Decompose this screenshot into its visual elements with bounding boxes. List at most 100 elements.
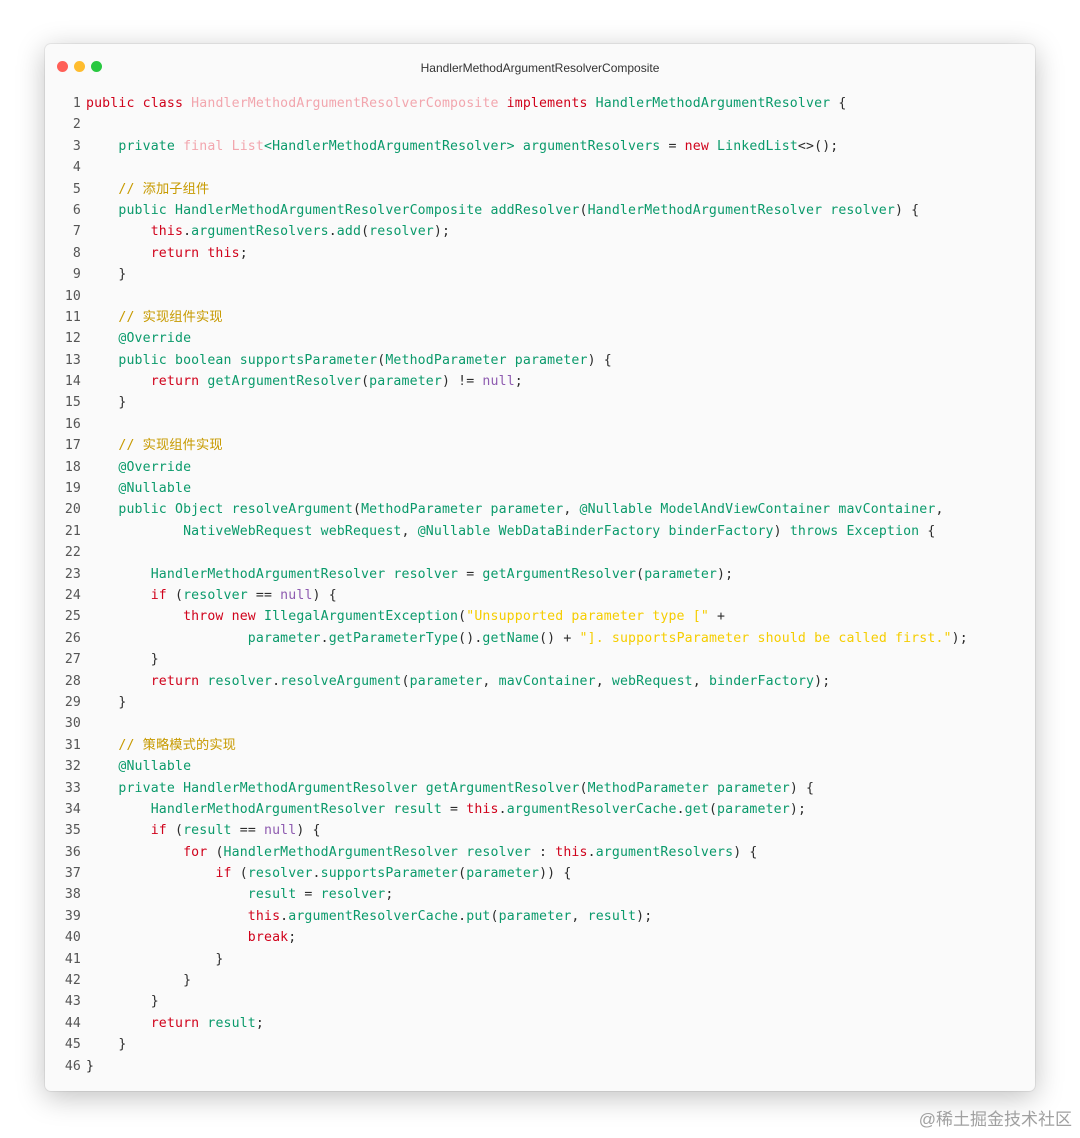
code-token: resolver xyxy=(320,887,386,903)
code-token: mavContainer xyxy=(498,673,596,689)
code-line: 29 } xyxy=(45,692,1035,713)
line-number: 8 xyxy=(72,245,81,261)
code-token: } xyxy=(86,1058,95,1074)
code-token: resolver xyxy=(183,587,248,603)
code-token: null xyxy=(264,823,297,839)
code-token: . xyxy=(320,630,329,646)
code-token: result xyxy=(247,887,297,903)
code-token: { xyxy=(830,96,847,111)
line-number: 26 xyxy=(64,630,81,646)
code-text: } xyxy=(86,649,159,670)
code-token: resolver xyxy=(207,673,273,689)
code-token: throws Exception xyxy=(789,523,920,539)
code-text: // 添加子组件 xyxy=(86,179,209,200)
code-text: } xyxy=(86,949,224,970)
code-line: 44 return result; xyxy=(45,1013,1035,1034)
code-token: ; xyxy=(385,887,394,903)
code-line: 28 return resolver.resolveArgument(param… xyxy=(45,671,1035,692)
code-token: return xyxy=(150,374,208,390)
line-number: 22 xyxy=(64,545,81,561)
line-number: 16 xyxy=(64,416,81,432)
code-line: 45 } xyxy=(45,1034,1035,1055)
code-line: 20 public Object resolveArgument(MethodP… xyxy=(45,499,1035,520)
code-line: 35 if (result == null) { xyxy=(45,820,1035,841)
code-token: @Override xyxy=(118,331,192,347)
code-line: 40 break; xyxy=(45,927,1035,948)
code-text: break; xyxy=(86,927,296,948)
code-token: : xyxy=(530,844,556,860)
code-token: break xyxy=(247,930,289,946)
code-line: 10 xyxy=(45,286,1035,307)
code-text: parameter.getParameterType().getName() +… xyxy=(86,628,968,649)
code-token: public HandlerMethodArgumentResolverComp… xyxy=(118,202,580,218)
code-token: , xyxy=(692,673,709,689)
line-number: 24 xyxy=(64,587,81,603)
code-text: } xyxy=(86,392,126,413)
line-number: 9 xyxy=(72,267,81,283)
code-line: 24 if (resolver == null) { xyxy=(45,585,1035,606)
code-text: return result; xyxy=(86,1013,264,1034)
code-text: public HandlerMethodArgumentResolverComp… xyxy=(86,200,919,221)
code-line: 22 xyxy=(45,542,1035,563)
code-token: getArgumentResolver xyxy=(482,566,637,582)
code-token: = xyxy=(441,801,467,817)
code-text: if (resolver == null) { xyxy=(86,585,337,606)
code-text: private HandlerMethodArgumentResolver ge… xyxy=(86,778,814,799)
code-token: MethodParameter parameter xyxy=(587,780,790,796)
code-text: @Nullable xyxy=(86,756,191,777)
line-number: 12 xyxy=(64,331,81,347)
code-line: 27 } xyxy=(45,649,1035,670)
code-text: this.argumentResolvers.add(resolver); xyxy=(86,221,450,242)
code-token: } xyxy=(86,1037,127,1053)
code-token: public class xyxy=(86,96,192,111)
code-token: this xyxy=(555,844,588,860)
code-line: 26 parameter.getParameterType().getName(… xyxy=(45,628,1035,649)
code-token: <>(); xyxy=(797,138,839,154)
line-number: 2 xyxy=(72,117,81,133)
code-token: } xyxy=(86,694,127,710)
code-token: . xyxy=(328,224,337,240)
code-token: . xyxy=(676,801,685,817)
code-token: } xyxy=(86,267,127,283)
line-number: 43 xyxy=(64,994,81,1010)
code-line: 2 xyxy=(45,114,1035,135)
code-token: , xyxy=(935,502,944,518)
code-token: ) { xyxy=(789,780,815,796)
line-number: 19 xyxy=(64,481,81,497)
code-token: // 实现组件实现 xyxy=(118,438,223,454)
code-token: throw new xyxy=(183,609,264,625)
code-text: if (result == null) { xyxy=(86,820,321,841)
code-line: 4 xyxy=(45,157,1035,178)
code-line: 36 for (HandlerMethodArgumentResolver re… xyxy=(45,842,1035,863)
code-token: "]. supportsParameter should be called f… xyxy=(579,630,952,646)
line-number: 45 xyxy=(64,1037,81,1053)
code-token: final List xyxy=(183,138,264,154)
code-token: implements xyxy=(498,96,596,111)
code-token: MethodParameter parameter xyxy=(361,502,564,518)
code-token: getArgumentResolver xyxy=(207,374,362,390)
line-number: 20 xyxy=(64,502,81,518)
code-line: 25 throw new IllegalArgumentException("U… xyxy=(45,606,1035,627)
code-token: for xyxy=(183,844,208,860)
code-text: NativeWebRequest webRequest, @Nullable W… xyxy=(86,521,935,542)
code-text: @Nullable xyxy=(86,478,191,499)
code-text: return getArgumentResolver(parameter) !=… xyxy=(86,371,523,392)
code-text: throw new IllegalArgumentException("Unsu… xyxy=(86,606,725,627)
code-line: 46} xyxy=(45,1056,1035,1077)
code-line: 37 if (resolver.supportsParameter(parame… xyxy=(45,863,1035,884)
code-token: resolver xyxy=(247,866,313,882)
code-token: . xyxy=(183,224,192,240)
line-number: 3 xyxy=(72,138,81,154)
line-number: 41 xyxy=(64,951,81,967)
code-token: private xyxy=(118,138,184,154)
code-token: ( xyxy=(708,801,718,817)
